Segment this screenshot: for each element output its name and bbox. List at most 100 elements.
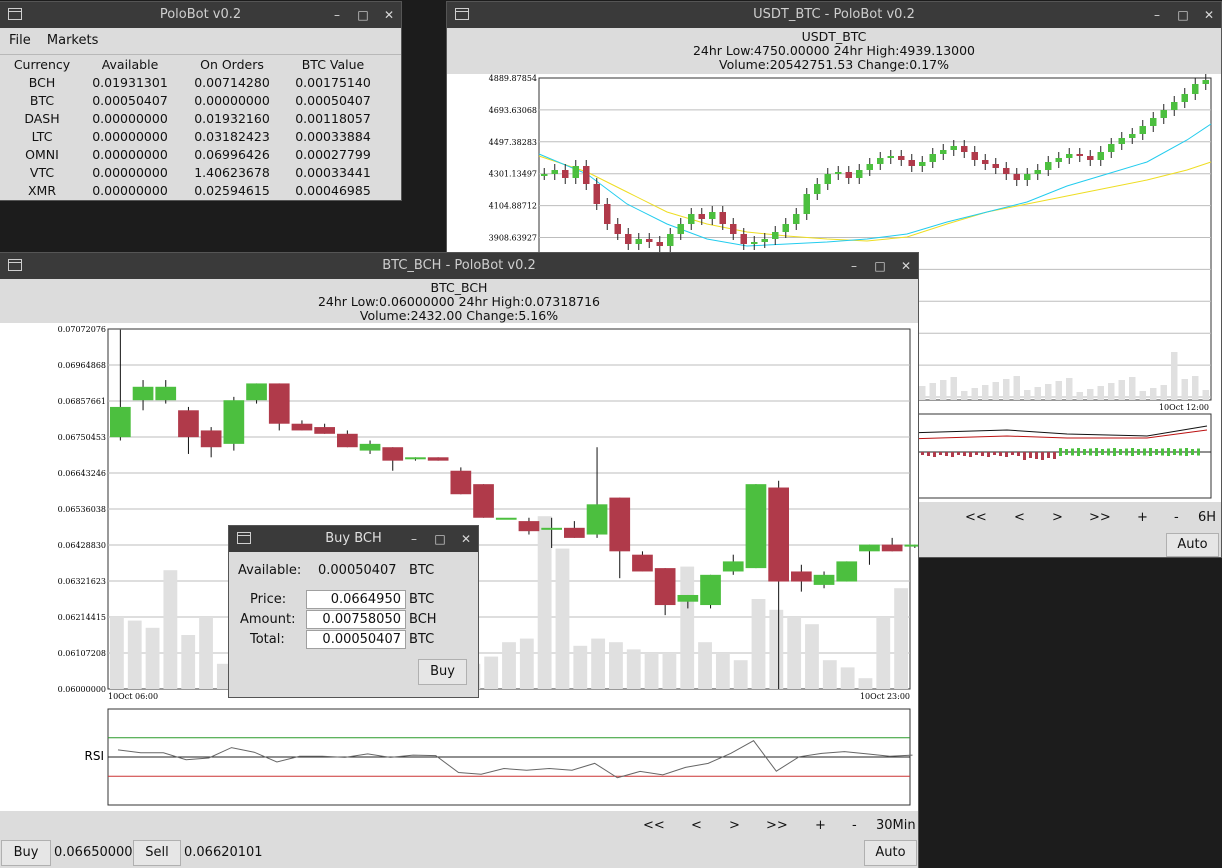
- candle-body: [337, 433, 358, 448]
- cell-on-orders: 0.01932160: [194, 110, 270, 126]
- volume-bar: [822, 660, 837, 689]
- usdt-nav-first-button[interactable]: <<: [965, 510, 987, 525]
- total-unit: BTC: [409, 632, 435, 647]
- candle-body: [614, 224, 621, 234]
- close-icon[interactable]: ✕: [383, 2, 395, 28]
- close-icon[interactable]: ✕: [900, 253, 912, 279]
- cell-available: 0.00000000: [92, 182, 168, 198]
- table-row[interactable]: BTC 0.00050407 0.00000000 0.00050407: [8, 91, 386, 109]
- bch-nav-next-button[interactable]: >: [729, 818, 740, 833]
- y-tick-label: 0.06536038: [58, 505, 106, 514]
- maximize-icon[interactable]: □: [874, 253, 886, 279]
- cell-on-orders: 0.00714280: [194, 74, 270, 90]
- dialog-buy-button[interactable]: Buy: [418, 659, 467, 685]
- bch-nav-last-button[interactable]: >>: [766, 818, 788, 833]
- indicator-bar: [1119, 449, 1122, 455]
- volume-bar: [769, 609, 784, 689]
- usdt-nav-last-button[interactable]: >>: [1089, 510, 1111, 525]
- candle-body: [593, 184, 600, 204]
- bch-nav-prev-button[interactable]: <: [691, 818, 702, 833]
- minimize-icon[interactable]: –: [408, 526, 420, 552]
- candle-body: [887, 156, 894, 158]
- candle-body: [405, 457, 426, 460]
- candle-body: [835, 172, 842, 174]
- available-value: 0.00050407: [318, 563, 397, 578]
- indicator-bar: [1005, 452, 1008, 457]
- maximize-icon[interactable]: □: [434, 526, 446, 552]
- minimize-icon[interactable]: –: [848, 253, 860, 279]
- header-btc-value[interactable]: BTC Value: [280, 55, 386, 73]
- buy-dialog-titlebar[interactable]: Buy BCH – □ ✕: [229, 526, 478, 552]
- y-tick-label: 0.06214415: [58, 613, 106, 622]
- maximize-icon[interactable]: □: [357, 2, 369, 28]
- indicator-bar: [1125, 448, 1128, 456]
- price-label: Price:: [250, 592, 287, 607]
- candle-body: [730, 224, 737, 234]
- indicator-bar: [1161, 448, 1164, 456]
- usdt-interval-label[interactable]: 6H: [1198, 510, 1216, 525]
- close-icon[interactable]: ✕: [460, 526, 472, 552]
- indicator-bar: [951, 452, 954, 457]
- bch-window-titlebar[interactable]: BTC_BCH - PoloBot v0.2 – □ ✕: [0, 253, 918, 279]
- menu-bar: File Markets: [0, 28, 401, 55]
- table-row[interactable]: OMNI 0.00000000 0.06996426 0.00027799: [8, 145, 386, 163]
- candle-body: [427, 457, 449, 461]
- bch-zoom-in-button[interactable]: +: [815, 818, 826, 833]
- candle-body: [359, 443, 381, 451]
- bch-sell-button[interactable]: Sell: [133, 840, 181, 866]
- usdt-zoom-out-button[interactable]: -: [1174, 510, 1179, 525]
- close-icon[interactable]: ✕: [1203, 2, 1215, 28]
- usdt-auto-button[interactable]: Auto: [1166, 533, 1219, 557]
- price-input[interactable]: 0.0664950: [306, 590, 406, 609]
- usdt-zoom-in-button[interactable]: +: [1137, 510, 1148, 525]
- minimize-icon[interactable]: –: [1151, 2, 1163, 28]
- candle-body: [782, 224, 789, 232]
- table-row[interactable]: BCH 0.01931301 0.00714280 0.00175140: [8, 73, 386, 91]
- indicator-bar: [1047, 452, 1050, 458]
- volume-bar: [502, 642, 516, 689]
- volume-bar: [715, 653, 730, 689]
- main-window: PoloBot v0.2 – □ ✕ File Markets Currency…: [0, 2, 401, 200]
- bch-buy-button[interactable]: Buy: [1, 840, 51, 866]
- indicator-bar: [1071, 448, 1074, 456]
- cell-available: 0.00000000: [92, 128, 168, 144]
- amount-input[interactable]: 0.00758050: [306, 610, 406, 629]
- bch-zoom-out-button[interactable]: -: [852, 818, 857, 833]
- minimize-icon[interactable]: –: [331, 2, 343, 28]
- usdt-nav-prev-button[interactable]: <: [1014, 510, 1025, 525]
- bch-nav-first-button[interactable]: <<: [643, 818, 665, 833]
- table-row[interactable]: VTC 0.00000000 1.40623678 0.00033441: [8, 163, 386, 181]
- table-row[interactable]: DASH 0.00000000 0.01932160 0.00118057: [8, 109, 386, 127]
- candle-body: [562, 170, 569, 178]
- candle-body: [291, 423, 313, 431]
- bch-interval-label[interactable]: 30Min: [876, 818, 916, 833]
- volume-bar: [805, 624, 819, 689]
- indicator-bar: [975, 452, 978, 455]
- table-row[interactable]: LTC 0.00000000 0.03182423 0.00033884: [8, 127, 386, 145]
- candle-body: [919, 162, 926, 166]
- volume-bar: [961, 391, 968, 400]
- x-tick-label: 10Oct 23:00: [860, 692, 910, 701]
- candle-body: [992, 164, 999, 168]
- total-input[interactable]: 0.00050407: [306, 630, 406, 649]
- candle-body: [677, 224, 684, 234]
- maximize-icon[interactable]: □: [1177, 2, 1189, 28]
- header-currency[interactable]: Currency: [8, 55, 76, 73]
- bch-auto-button[interactable]: Auto: [864, 840, 917, 866]
- volume-bar: [840, 667, 855, 689]
- header-available[interactable]: Available: [76, 55, 184, 73]
- indicator-bar: [969, 452, 972, 457]
- usdt-nav-next-button[interactable]: >: [1052, 510, 1063, 525]
- header-on-orders[interactable]: On Orders: [184, 55, 280, 73]
- candle-body: [518, 521, 540, 532]
- main-window-titlebar[interactable]: PoloBot v0.2 – □ ✕: [0, 2, 401, 28]
- available-unit: BTC: [409, 563, 435, 578]
- volume-bar: [199, 617, 213, 689]
- usdt-window-titlebar[interactable]: USDT_BTC - PoloBot v0.2 – □ ✕: [447, 2, 1221, 28]
- indicator-bar: [1083, 449, 1086, 455]
- menu-markets[interactable]: Markets: [47, 33, 98, 48]
- menu-file[interactable]: File: [9, 33, 31, 48]
- table-row[interactable]: XMR 0.00000000 0.02594615 0.00046985: [8, 181, 386, 199]
- volume-bar: [537, 516, 552, 689]
- cell-btc-value: 0.00050407: [295, 92, 371, 108]
